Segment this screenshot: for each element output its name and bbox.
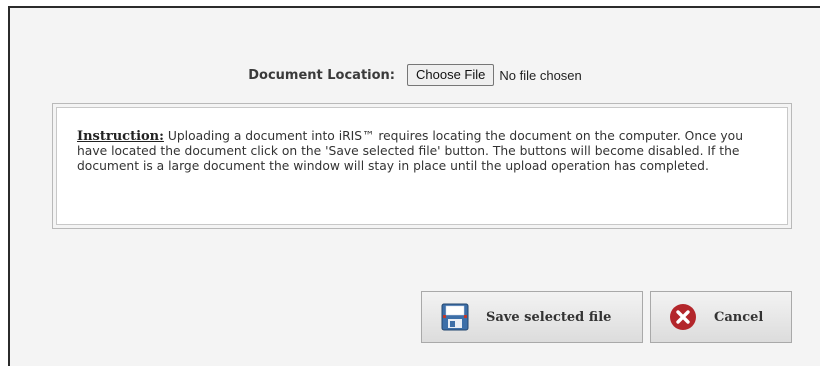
floppy-disk-icon xyxy=(422,303,469,331)
instruction-text: Uploading a document into iRIS™ requires… xyxy=(77,129,743,173)
save-button-label: Save selected file xyxy=(486,309,612,325)
save-selected-file-button[interactable]: Save selected file xyxy=(421,291,643,343)
cancel-x-icon xyxy=(651,303,697,331)
instruction-panel: Instruction: Uploading a document into i… xyxy=(52,103,792,229)
file-status-text: No file chosen xyxy=(499,67,582,83)
document-location-row: Document Location: Choose File No file c… xyxy=(10,63,820,87)
upload-dialog: Document Location: Choose File No file c… xyxy=(8,6,820,366)
choose-file-button[interactable]: Choose File xyxy=(407,64,495,86)
instruction-heading: Instruction: xyxy=(77,129,164,144)
instruction-box: Instruction: Uploading a document into i… xyxy=(56,107,788,225)
cancel-button-label: Cancel xyxy=(714,309,764,325)
document-location-label: Document Location: xyxy=(248,67,396,83)
cancel-button[interactable]: Cancel xyxy=(650,291,792,343)
